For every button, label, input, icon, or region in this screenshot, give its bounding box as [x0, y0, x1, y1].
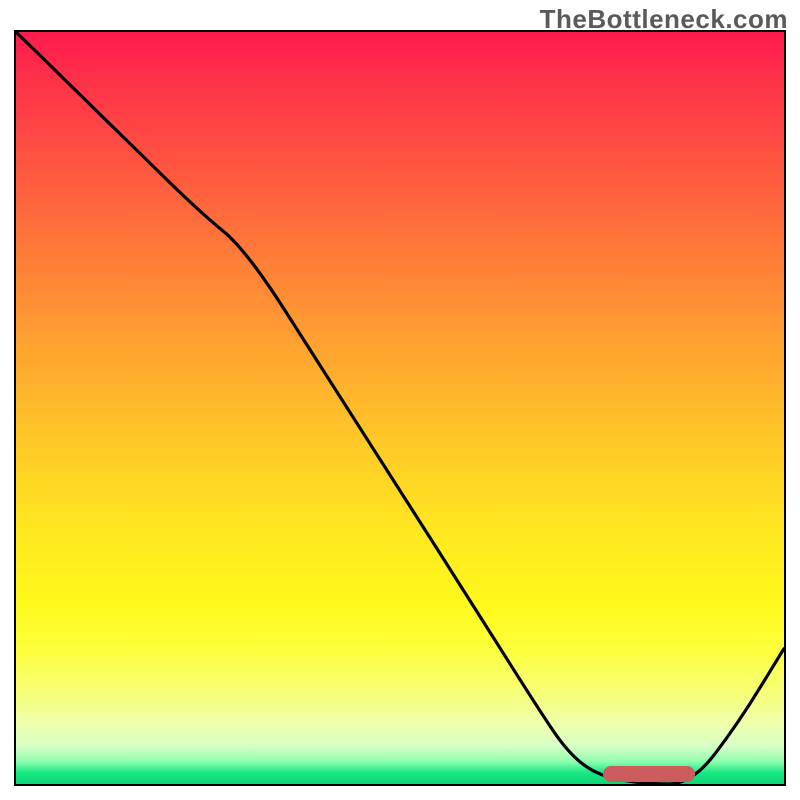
bottleneck-curve	[16, 32, 784, 784]
optimum-marker	[603, 766, 696, 782]
plot-frame	[14, 30, 786, 786]
